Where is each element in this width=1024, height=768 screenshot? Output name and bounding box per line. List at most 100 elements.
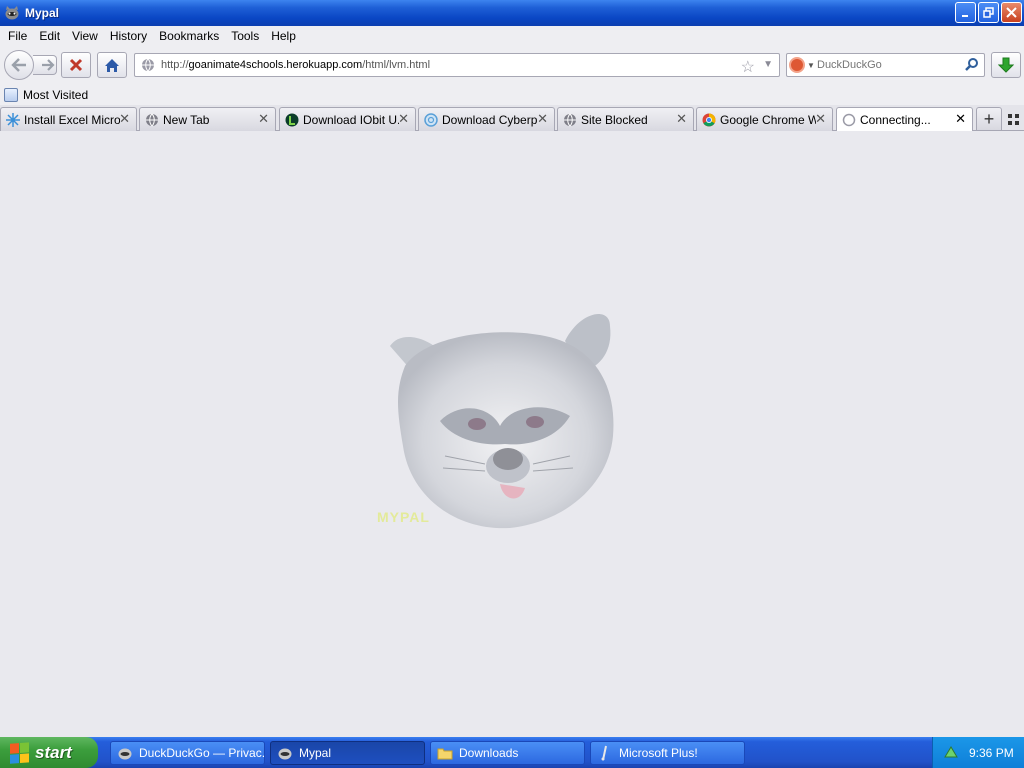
menu-file[interactable]: File [2,29,33,43]
page-content: MYPAL [0,131,1024,737]
menu-view[interactable]: View [66,29,104,43]
taskbar-item-downloads[interactable]: Downloads [430,741,585,765]
forward-button[interactable] [33,55,57,75]
restore-button[interactable] [978,2,999,23]
grid-icon [1008,114,1012,118]
close-icon [1006,7,1017,18]
tab-strip: Install Excel Micro... ✕ New Tab ✕ Downl… [0,105,1024,132]
tab-download-cyberpunk[interactable]: Download Cyberp... ✕ [418,107,555,131]
bookmark-most-visited-label: Most Visited [23,87,89,102]
tab-new-tab[interactable]: New Tab ✕ [139,107,276,131]
back-arrow-icon [11,58,26,72]
search-bar[interactable]: ▼ [786,53,985,77]
list-all-tabs-button[interactable] [1006,112,1022,128]
tab-close-icon[interactable]: ✕ [676,111,687,127]
tab-install-excel[interactable]: Install Excel Micro... ✕ [0,107,137,131]
taskbar-item-mypal[interactable]: Mypal [270,741,425,765]
cyberpunk-icon [423,112,439,128]
globe-icon [142,58,154,72]
tab-close-icon[interactable]: ✕ [119,111,130,127]
tab-google-chrome[interactable]: Google Chrome W... ✕ [696,107,833,131]
tab-label: Google Chrome W... [720,112,816,127]
chevron-down-icon: ▼ [807,60,815,70]
home-button[interactable] [97,52,127,78]
stop-button[interactable] [61,52,91,78]
mascot-watermark-text: MYPAL [377,509,430,525]
bookmark-star-icon[interactable]: ☆ [741,57,755,77]
iobit-icon [284,112,300,128]
start-button[interactable]: start [0,737,98,768]
tab-close-icon[interactable]: ✕ [815,111,826,127]
menubar: File Edit View History Bookmarks Tools H… [0,26,1024,46]
system-clock[interactable]: 9:36 PM [969,746,1014,760]
menu-bookmarks[interactable]: Bookmarks [153,29,225,43]
start-label: start [35,742,72,762]
bookmarks-toolbar: Most Visited [0,84,1024,105]
bookmark-most-visited[interactable]: Most Visited [4,87,89,102]
minimize-icon [961,14,968,17]
back-button[interactable] [4,50,34,80]
mypal-raccoon-icon [277,745,293,761]
taskbar-item-label: Mypal [299,746,332,760]
network-status-icon[interactable] [943,743,959,762]
tab-close-icon[interactable]: ✕ [258,111,269,127]
taskbar-item-label: DuckDuckGo — Privac... [139,746,265,760]
search-magnifier-icon[interactable] [965,57,979,71]
menu-help[interactable]: Help [265,29,302,43]
taskbar-item-duckduckgo[interactable]: DuckDuckGo — Privac... [110,741,265,765]
folder-icon [437,745,453,761]
search-engine-selector[interactable]: ▼ [787,57,817,73]
url-scheme: http:// [161,59,189,71]
menu-edit[interactable]: Edit [33,29,66,43]
taskbar-item-microsoft-plus[interactable]: Microsoft Plus! [590,741,745,765]
url-history-dropdown-icon[interactable]: ▼ [763,59,773,70]
windows-taskbar: start DuckDuckGo — Privac... Mypal Downl… [0,737,1024,768]
mypal-raccoon-icon [117,745,133,761]
close-button[interactable] [1001,2,1022,23]
downloads-button[interactable] [991,52,1021,78]
tab-label: New Tab [163,112,210,127]
home-icon [105,58,119,72]
taskbar-item-label: Microsoft Plus! [619,746,698,760]
restore-icon [983,7,994,18]
navigation-toolbar: http://goanimate4schools.herokuapp.com/h… [0,46,1024,84]
url-text[interactable]: http://goanimate4schools.herokuapp.com/h… [161,59,430,71]
new-tab-button[interactable]: + [976,107,1002,131]
plus-icon: + [983,108,995,129]
loading-spinner-icon [841,112,857,128]
window-title: Mypal [25,6,60,20]
taskbar-item-label: Downloads [459,746,519,760]
url-host: goanimate4schools.herokuapp.com [188,59,363,71]
mypal-raccoon-logo [390,314,614,529]
menu-history[interactable]: History [104,29,153,43]
tab-site-blocked[interactable]: Site Blocked ✕ [557,107,694,131]
globe-icon [562,112,578,128]
forward-arrow-icon [41,59,55,71]
window-titlebar[interactable]: Mypal [0,0,1024,26]
tab-download-iobit[interactable]: Download IObit U... ✕ [279,107,416,131]
mypal-raccoon-icon [5,6,19,20]
tab-close-icon[interactable]: ✕ [537,111,548,127]
microsoft-plus-icon [597,745,613,761]
tab-connecting[interactable]: Connecting... ✕ [836,107,973,132]
chrome-icon [701,112,717,128]
tab-label: Connecting... [860,113,931,127]
windows-flag-icon [10,741,30,764]
search-input[interactable] [817,59,957,71]
tab-label: Download IObit U... [303,112,399,127]
stop-x-icon [69,58,83,72]
tab-close-icon[interactable]: ✕ [398,111,409,127]
most-visited-folder-icon [4,87,18,102]
tab-close-icon[interactable]: ✕ [955,111,966,127]
menu-tools[interactable]: Tools [225,29,265,43]
minimize-button[interactable] [955,2,976,23]
system-tray: 9:36 PM [932,737,1024,768]
sparkle-icon [5,112,21,128]
url-bar[interactable]: http://goanimate4schools.herokuapp.com/h… [134,53,780,77]
tab-label: Site Blocked [581,112,648,127]
tab-label: Download Cyberp... [442,112,538,127]
tab-label: Install Excel Micro... [24,112,120,127]
duckduckgo-logo-icon [789,57,806,73]
url-path: /html/lvm.html [362,59,431,71]
download-arrow-icon [998,57,1014,73]
